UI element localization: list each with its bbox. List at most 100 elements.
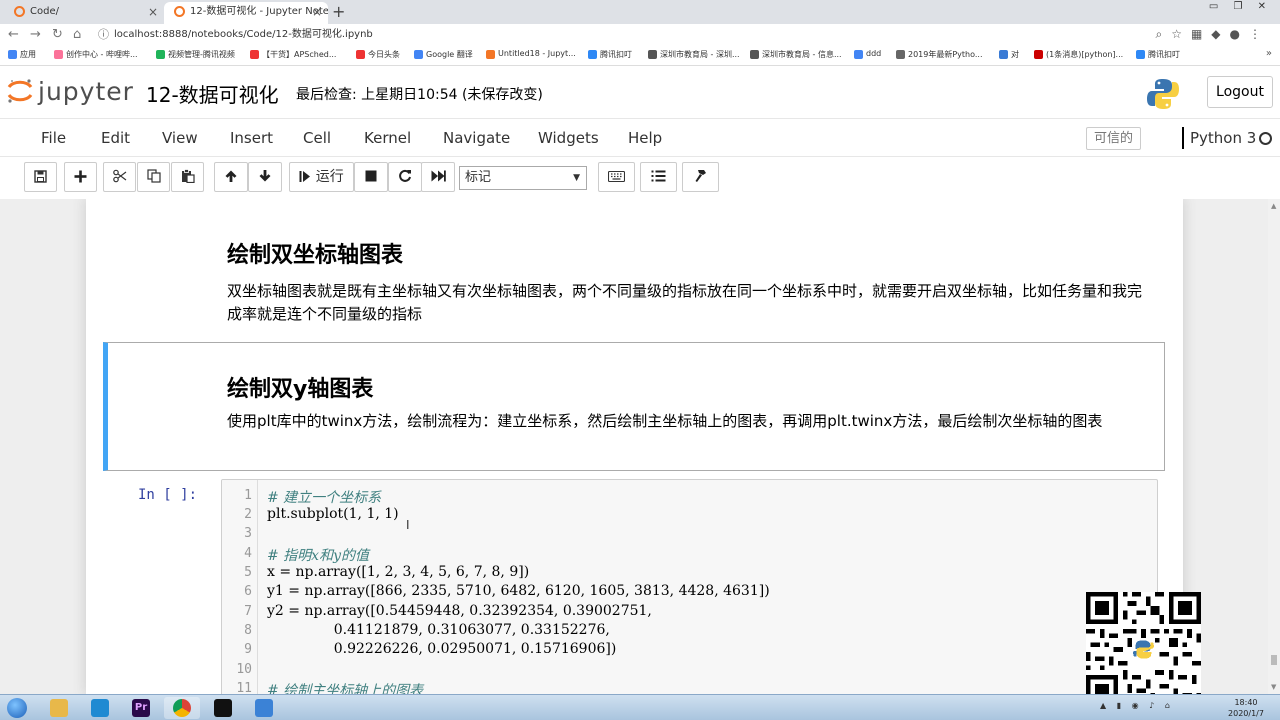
selected-markdown-cell[interactable] xyxy=(103,342,1165,471)
taskbar-chrome[interactable] xyxy=(164,697,200,719)
notebook-name[interactable]: 12-数据可视化 xyxy=(146,79,279,108)
run-icon xyxy=(299,170,311,182)
bookmark-item[interactable]: Untitled18 - Jupyt... xyxy=(486,49,576,59)
chevron-down-icon: ▼ xyxy=(573,173,580,183)
taskbar-premiere[interactable]: Pr xyxy=(123,697,159,719)
window-controls[interactable]: ▭ ❐ ✕ xyxy=(1209,1,1272,12)
page-scrollbar[interactable]: ▲ ▼ xyxy=(1268,199,1280,694)
bookmark-item[interactable]: 应用 xyxy=(8,49,36,60)
menu-help[interactable]: Help xyxy=(628,129,662,147)
bookmark-item[interactable]: 2019年最新Pytho... xyxy=(896,49,983,60)
line-number: 6 xyxy=(244,584,252,599)
menu-navigate[interactable]: Navigate xyxy=(443,129,510,147)
markdown-paragraph: 双坐标轴图表就是既有主坐标轴又有次坐标轴图表，两个不同量级的指标放在同一个坐标系… xyxy=(227,282,1143,323)
markdown-heading: 绘制双y轴图表 xyxy=(227,377,374,402)
url-text: localhost:8888/notebooks/Code/12-数据可视化.i… xyxy=(114,29,373,40)
bookmarks-overflow-icon[interactable]: » xyxy=(1266,48,1272,59)
browser-tab-notebook[interactable]: 12-数据可视化 - Jupyter Notel × xyxy=(164,2,328,24)
restart-run-all-button[interactable] xyxy=(421,162,455,192)
terminal-icon xyxy=(214,699,232,717)
kernel-name[interactable]: Python 3 xyxy=(1182,127,1256,149)
browser-tab-code[interactable]: Code/ × xyxy=(4,2,164,24)
new-tab-icon[interactable]: + xyxy=(332,2,345,21)
code-editor[interactable]: 1 2 3 4 5 6 7 8 9 10 11 # 建立一个坐标系 plt.su… xyxy=(221,479,1158,694)
bookmark-item[interactable]: (1条消息)[python]... xyxy=(1034,49,1123,60)
menu-kernel[interactable]: Kernel xyxy=(364,129,411,147)
cell-type-select[interactable]: 标记 ▼ xyxy=(459,166,587,190)
move-up-button[interactable] xyxy=(214,162,248,192)
close-tab-icon[interactable]: × xyxy=(312,2,322,22)
menu-view[interactable]: View xyxy=(162,129,198,147)
taskbar-vscode[interactable] xyxy=(82,697,118,719)
input-prompt: In [ ]: xyxy=(138,487,198,503)
logout-button[interactable]: Logout xyxy=(1207,76,1273,108)
trusted-indicator[interactable]: 可信的 xyxy=(1086,127,1141,150)
bookmark-item[interactable]: 今日头条 xyxy=(356,49,400,60)
close-tab-icon[interactable]: × xyxy=(148,2,158,22)
copy-button[interactable] xyxy=(137,162,170,192)
plus-icon xyxy=(74,170,87,182)
extensions-button[interactable] xyxy=(682,162,719,192)
jupyter-logo-icon[interactable] xyxy=(6,77,34,105)
insert-cell-button[interactable] xyxy=(64,162,97,192)
taskbar-recorder[interactable] xyxy=(246,697,282,719)
scrollbar-thumb[interactable] xyxy=(1271,655,1277,665)
bookmark-item[interactable]: 深圳市教育局 - 信息... xyxy=(750,49,842,60)
code-line: # 建立一个坐标系 xyxy=(267,490,382,506)
cut-button[interactable] xyxy=(103,162,136,192)
line-number: 7 xyxy=(244,604,252,619)
interrupt-button[interactable] xyxy=(354,162,388,192)
kernel-status-icon xyxy=(1259,132,1272,145)
arrow-up-icon xyxy=(225,170,237,182)
command-palette-button[interactable] xyxy=(598,162,635,192)
scroll-up-icon[interactable]: ▲ xyxy=(1271,202,1276,210)
bookmark-item[interactable]: 深圳市教育局 - 深圳... xyxy=(648,49,740,60)
bookmark-item[interactable]: 腾讯扣叮 xyxy=(1136,49,1180,60)
reload-icon[interactable]: ↻ xyxy=(52,27,63,42)
start-button[interactable] xyxy=(0,697,34,719)
scroll-down-icon[interactable]: ▼ xyxy=(1271,683,1276,691)
paste-button[interactable] xyxy=(171,162,204,192)
jupyter-favicon-icon xyxy=(174,6,185,17)
toc-button[interactable] xyxy=(640,162,677,192)
jupyter-logo-text[interactable]: jupyter xyxy=(38,77,134,106)
restart-kernel-button[interactable] xyxy=(388,162,422,192)
code-line: plt.subplot(1, 1, 1) xyxy=(267,506,399,522)
bookmark-item[interactable]: Google 翻译 xyxy=(414,49,473,60)
menu-widgets[interactable]: Widgets xyxy=(538,129,599,147)
url-input[interactable]: ⓘ localhost:8888/notebooks/Code/12-数据可视化… xyxy=(94,26,1162,44)
site-info-icon[interactable]: ⓘ xyxy=(98,26,109,44)
tab-label: Code/ xyxy=(30,6,59,17)
run-button[interactable]: 运行 xyxy=(289,162,354,192)
move-down-button[interactable] xyxy=(248,162,282,192)
taskbar-terminal[interactable] xyxy=(205,697,241,719)
bookmark-item[interactable]: ddd xyxy=(854,49,881,59)
browser-action-icons[interactable]: ⌕☆▦◆●⋮ xyxy=(1155,27,1270,42)
bookmark-item[interactable]: 视频管理-腾讯视频 xyxy=(156,49,235,60)
stop-icon xyxy=(365,170,377,182)
code-line: 0.41121879, 0.31063077, 0.33152276, xyxy=(267,622,610,638)
paste-icon xyxy=(181,169,195,183)
run-label: 运行 xyxy=(315,169,344,185)
bookmark-item[interactable]: 【干货】APSched... xyxy=(250,49,336,60)
bookmark-item[interactable]: 对 xyxy=(999,49,1019,60)
taskbar-clock[interactable]: 18:40 2020/1/7 xyxy=(1222,697,1270,719)
bookmark-item[interactable]: 腾讯扣叮 xyxy=(588,49,632,60)
menu-edit[interactable]: Edit xyxy=(101,129,130,147)
line-number: 4 xyxy=(244,546,252,561)
back-icon[interactable]: ← xyxy=(8,27,19,42)
code-line: x = np.array([1, 2, 3, 4, 5, 6, 7, 8, 9]… xyxy=(267,564,530,580)
arrow-down-icon xyxy=(259,170,271,182)
bookmark-item[interactable]: 创作中心 - 哔哩哔... xyxy=(54,49,138,60)
menu-insert[interactable]: Insert xyxy=(230,129,273,147)
taskbar-explorer[interactable] xyxy=(41,697,77,719)
menu-file[interactable]: File xyxy=(41,129,66,147)
system-tray-icons[interactable]: ▲ ▮ ◉ ♪ ⌂ xyxy=(1100,701,1174,710)
clock-date: 2020/1/7 xyxy=(1228,709,1264,718)
vscode-icon xyxy=(91,699,109,717)
save-button[interactable] xyxy=(24,162,57,192)
menu-cell[interactable]: Cell xyxy=(303,129,331,147)
forward-icon[interactable]: → xyxy=(30,27,41,42)
premiere-icon: Pr xyxy=(132,699,150,717)
home-icon[interactable]: ⌂ xyxy=(73,27,81,42)
